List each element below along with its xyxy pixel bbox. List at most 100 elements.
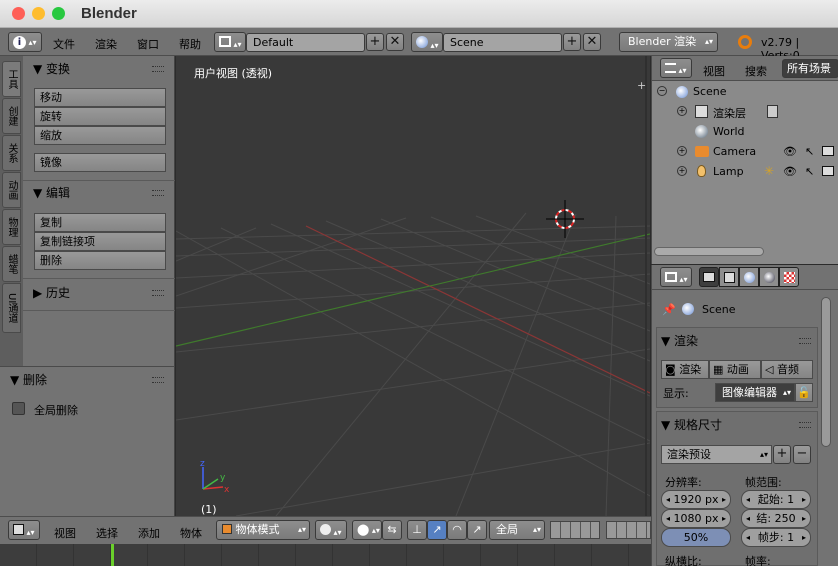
translate-manipulator-button[interactable]: ↗ xyxy=(427,520,447,540)
collapse-icon[interactable]: − xyxy=(657,86,667,96)
transform-panel-header[interactable]: ▼ 变换 xyxy=(33,60,70,77)
resolution-y-field[interactable]: ◂ 1080 px ▸ xyxy=(661,509,731,528)
renderable-camera-icon[interactable] xyxy=(822,166,834,176)
panel-grip-icon[interactable] xyxy=(152,190,164,196)
tab-relations[interactable]: 关系 xyxy=(2,135,21,171)
add-menu[interactable]: 添加 xyxy=(138,525,160,541)
outliner-horizontal-scrollbar[interactable] xyxy=(654,247,764,256)
render-engine-dropdown[interactable]: Blender 渲染 ▴▾ xyxy=(619,32,718,52)
history-panel-header[interactable]: ▶ 历史 xyxy=(33,284,70,301)
manipulate-center-points-button[interactable]: ⇆ xyxy=(382,520,402,540)
manipulator-toggle-button[interactable]: ⊥ xyxy=(407,520,427,540)
screen-layout-field[interactable]: Default xyxy=(246,33,365,52)
context-tab-texture[interactable] xyxy=(779,267,799,287)
tab-animation[interactable]: 动画 xyxy=(2,172,21,208)
outliner-row-render-layers[interactable]: + 渲染层 xyxy=(652,102,838,122)
rotate-button[interactable]: 旋转 xyxy=(34,107,166,126)
panel-grip-icon[interactable] xyxy=(152,377,164,383)
outliner-editor-type-button[interactable]: ▴▾ xyxy=(660,58,692,78)
context-tab-render[interactable] xyxy=(699,267,719,287)
lamp-data-icon[interactable]: ✳ xyxy=(764,164,774,178)
delete-screen-button[interactable]: ✕ xyxy=(386,33,404,51)
add-screen-button[interactable]: + xyxy=(366,33,384,51)
global-delete-checkbox[interactable] xyxy=(12,402,25,415)
properties-editor-type-button[interactable]: ▴▾ xyxy=(660,267,692,287)
add-scene-button[interactable]: + xyxy=(563,33,581,51)
frame-start-field[interactable]: ◂ 起始: 1 ▸ xyxy=(741,490,811,509)
editor-type-info-button[interactable]: i ▴▾ xyxy=(8,32,42,52)
tab-physics[interactable]: 物理 xyxy=(2,209,21,245)
panel-grip-icon[interactable] xyxy=(799,338,811,344)
outliner-row-world[interactable]: World xyxy=(652,122,838,142)
menu-window[interactable]: 窗口 xyxy=(137,36,159,52)
render-preset-dropdown[interactable]: 渲染预设 ▴▾ xyxy=(661,445,772,464)
expand-icon[interactable]: + xyxy=(677,166,687,176)
delete-scene-button[interactable]: ✕ xyxy=(583,33,601,51)
menu-help[interactable]: 帮助 xyxy=(179,36,201,52)
render-layer-icon[interactable] xyxy=(767,105,778,118)
outliner-row-lamp[interactable]: + Lamp ✳ 👁 ↖ xyxy=(652,162,838,182)
render-panel-header[interactable]: ▼ 渲染 xyxy=(661,332,698,349)
visibility-eye-icon[interactable]: 👁 xyxy=(783,165,797,178)
interaction-mode-dropdown[interactable]: 物体模式 ▴▾ xyxy=(216,520,310,540)
close-window-button[interactable] xyxy=(12,7,25,20)
renderable-camera-icon[interactable] xyxy=(822,146,834,156)
mirror-button[interactable]: 镜像 xyxy=(34,153,166,172)
render-still-button[interactable]: ◙ 渲染 xyxy=(661,360,709,379)
tab-create[interactable]: 创建 xyxy=(2,98,21,134)
viewport-shading-dropdown[interactable]: ▴▾ xyxy=(315,520,347,540)
outliner-row-scene[interactable]: − Scene xyxy=(652,82,838,102)
pivot-point-dropdown[interactable]: ⬤ ▴▾ xyxy=(352,520,382,540)
selectable-cursor-icon[interactable]: ↖ xyxy=(805,145,814,158)
menu-render[interactable]: 渲染 xyxy=(95,36,117,52)
transform-orientation-dropdown[interactable]: 全局 ▴▾ xyxy=(489,520,545,540)
scale-button[interactable]: 缩放 xyxy=(34,126,166,145)
panel-grip-icon[interactable] xyxy=(799,422,811,428)
current-frame-indicator[interactable] xyxy=(111,544,114,566)
resolution-x-field[interactable]: ◂ 1920 px ▸ xyxy=(661,490,731,509)
render-animation-button[interactable]: ▦ 动画 xyxy=(709,360,761,379)
context-tab-world[interactable] xyxy=(759,267,779,287)
selectable-cursor-icon[interactable]: ↖ xyxy=(805,165,814,178)
properties-vertical-scrollbar[interactable] xyxy=(821,297,831,447)
view-menu[interactable]: 视图 xyxy=(54,525,76,541)
region-expand-icon[interactable]: + xyxy=(637,79,646,92)
dimensions-panel-header[interactable]: ▼ 规格尺寸 xyxy=(661,416,722,433)
object-menu[interactable]: 物体 xyxy=(180,525,202,541)
outliner-display-mode-dropdown[interactable]: 所有场景 xyxy=(782,59,838,78)
context-tab-render-layers[interactable] xyxy=(719,267,739,287)
screen-layout-button[interactable]: ▴▾ xyxy=(214,32,246,52)
menu-file[interactable]: 文件 xyxy=(53,36,75,52)
frame-end-field[interactable]: ◂ 结: 250 ▸ xyxy=(741,509,811,528)
layer-buttons[interactable] xyxy=(550,521,600,539)
rotate-manipulator-button[interactable]: ◠ xyxy=(447,520,467,540)
add-preset-button[interactable]: + xyxy=(773,445,791,464)
panel-grip-icon[interactable] xyxy=(152,66,164,72)
scale-manipulator-button[interactable]: ↗ xyxy=(467,520,487,540)
operator-panel-header[interactable]: ▼ 删除 xyxy=(10,371,47,388)
panel-grip-icon[interactable] xyxy=(152,290,164,296)
minimize-window-button[interactable] xyxy=(32,7,45,20)
scene-browse-button[interactable]: ▴▾ xyxy=(411,32,443,52)
frame-step-field[interactable]: ◂ 帧步: 1 ▸ xyxy=(741,528,811,547)
remove-preset-button[interactable]: − xyxy=(793,445,811,464)
tab-grease-pencil[interactable]: 蜡笔 xyxy=(2,246,21,282)
lock-interface-button[interactable]: 🔓 xyxy=(795,383,813,402)
expand-icon[interactable]: + xyxy=(677,146,687,156)
select-menu[interactable]: 选择 xyxy=(96,525,118,541)
resolution-percentage-field[interactable]: 50% xyxy=(661,528,731,547)
visibility-eye-icon[interactable]: 👁 xyxy=(783,145,797,158)
outliner-menu-view[interactable]: 视图 xyxy=(703,63,725,79)
zoom-window-button[interactable] xyxy=(52,7,65,20)
timeline-strip[interactable] xyxy=(0,544,651,566)
expand-icon[interactable]: + xyxy=(677,106,687,116)
scene-field[interactable]: Scene xyxy=(443,33,562,52)
outliner-row-camera[interactable]: + Camera 👁 ↖ xyxy=(652,142,838,162)
display-mode-dropdown[interactable]: 图像编辑器 ▴▾ xyxy=(715,383,795,402)
tab-ui-channels[interactable]: UI通道 xyxy=(2,283,21,333)
render-audio-button[interactable]: ◁ 音频 xyxy=(761,360,813,379)
3d-viewport[interactable]: z y x 用户视图 (透视) (1) + xyxy=(176,56,650,516)
tab-tools[interactable]: 工具 xyxy=(2,61,21,97)
duplicate-linked-button[interactable]: 复制链接项 xyxy=(34,232,166,251)
layer-buttons[interactable] xyxy=(606,521,651,539)
